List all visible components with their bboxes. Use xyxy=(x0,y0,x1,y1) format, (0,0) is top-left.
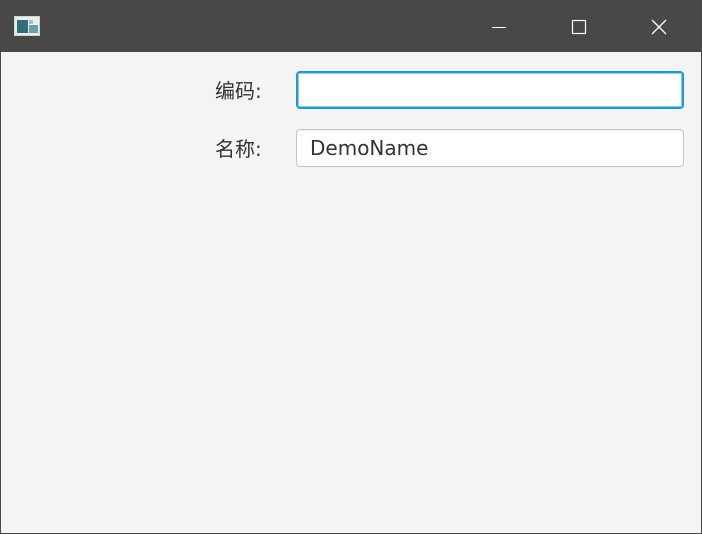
name-input[interactable] xyxy=(296,129,684,167)
close-button[interactable] xyxy=(619,1,699,52)
name-label: 名称: xyxy=(215,137,262,161)
app-window-icon[interactable] xyxy=(14,16,40,36)
maximize-icon xyxy=(571,19,587,34)
code-label: 编码: xyxy=(215,79,262,103)
form-panel: 编码: 名称: xyxy=(1,52,701,533)
code-input[interactable] xyxy=(296,71,684,109)
title-bar[interactable] xyxy=(1,1,701,52)
close-icon xyxy=(651,19,667,34)
minimize-icon xyxy=(492,26,506,28)
application-window: 编码: 名称: xyxy=(0,0,702,534)
minimize-button[interactable] xyxy=(459,1,539,52)
maximize-button[interactable] xyxy=(539,1,619,52)
